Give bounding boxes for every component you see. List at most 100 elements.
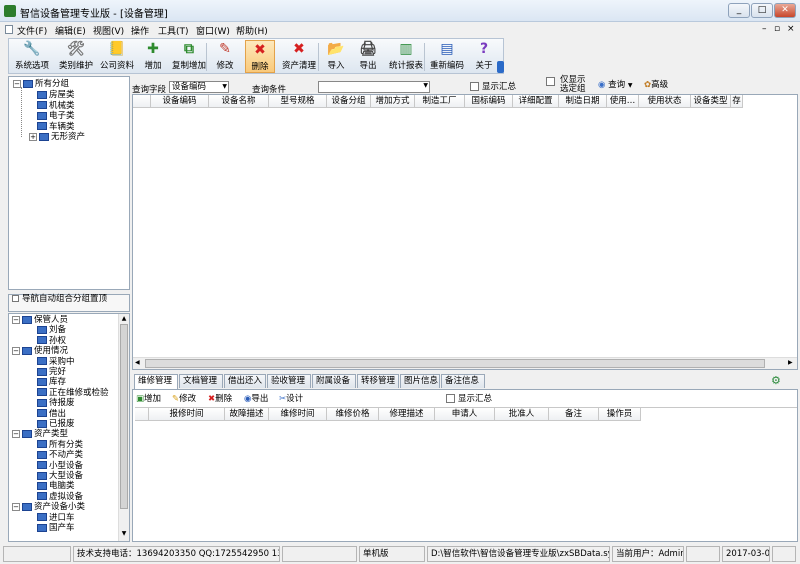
sub-edit-button[interactable]: ✎修改	[172, 392, 196, 404]
repair-column-1[interactable]: 故障描述	[225, 408, 269, 421]
menu-view[interactable]: 视图(V)	[93, 24, 124, 37]
nav-item-1[interactable]: 刘备	[37, 325, 66, 336]
sub-design-button[interactable]: ✂设计	[279, 392, 303, 404]
refresh-icon[interactable]: ⚙	[771, 374, 781, 387]
nav-item-9[interactable]: 借出	[37, 409, 66, 420]
checkbox-box[interactable]	[470, 82, 479, 91]
scroll-thumb[interactable]	[145, 359, 765, 368]
menu-help[interactable]: 帮助(H)	[236, 24, 268, 37]
sub-delete-button[interactable]: ✖删除	[208, 392, 232, 404]
nav-item-14[interactable]: 小型设备	[37, 461, 83, 472]
expand-icon[interactable]: +	[29, 132, 37, 141]
nav-item-4[interactable]: 采购中	[37, 357, 75, 368]
tab-3[interactable]: 验收管理	[267, 374, 311, 388]
tree-item-1[interactable]: 机械类	[37, 101, 75, 112]
column-header-6[interactable]: 国标编码	[465, 95, 513, 108]
scroll-right-arrow[interactable]: ▶	[788, 359, 793, 366]
tree-scrollbar[interactable]: ▲ ▼	[118, 314, 129, 541]
nav-group-toggle[interactable]: 导航自动组合分组置顶	[8, 294, 130, 312]
toolbar-button-clear[interactable]: ✖ 资产清理	[279, 40, 319, 73]
search-button[interactable]: ◉ 查询 ▼	[598, 78, 632, 90]
nav-item-19[interactable]: 进口车	[37, 513, 75, 524]
nav-item-10[interactable]: 已报废	[37, 419, 75, 430]
scroll-up-arrow[interactable]: ▲	[119, 314, 129, 324]
repair-column-4[interactable]: 修理描述	[379, 408, 435, 421]
checkbox-box[interactable]	[546, 77, 555, 86]
collapse-icon[interactable]: −	[12, 315, 20, 324]
nav-item-20[interactable]: 国产车	[37, 523, 75, 534]
column-header-9[interactable]: 使用…	[607, 95, 639, 108]
nav-group-checkbox[interactable]	[12, 295, 19, 302]
scroll-left-arrow[interactable]: ◀	[135, 359, 140, 366]
tab-5[interactable]: 转移管理	[357, 374, 399, 388]
column-header-0[interactable]: 设备编码	[151, 95, 209, 108]
repair-column-0[interactable]: 报修时间	[149, 408, 225, 421]
toolbar-button-add[interactable]: ✚ 增加	[137, 40, 169, 73]
menu-operation[interactable]: 操作	[131, 24, 149, 37]
tree-item-4[interactable]: + 无形资产	[29, 132, 85, 143]
show-summary-checkbox[interactable]: 显示汇总	[470, 80, 516, 92]
tab-7[interactable]: 备注信息	[441, 374, 485, 388]
scroll-down-arrow[interactable]: ▼	[119, 529, 129, 539]
menu-window[interactable]: 窗口(W)	[196, 24, 230, 37]
sub-add-button[interactable]: ▣增加	[136, 392, 161, 404]
nav-group-11[interactable]: − 资产类型	[12, 429, 68, 440]
collapse-icon[interactable]: −	[12, 346, 20, 355]
tab-1[interactable]: 文档管理	[179, 374, 223, 388]
toolbar-button-book[interactable]: 📒 公司资料	[99, 40, 135, 73]
nav-item-13[interactable]: 不动产类	[37, 450, 83, 461]
repair-column-7[interactable]: 备注	[549, 408, 599, 421]
maximize-button[interactable]: □	[751, 3, 773, 18]
nav-item-2[interactable]: 孙权	[37, 336, 66, 347]
menu-tools[interactable]: 工具(T)	[158, 24, 189, 37]
nav-item-12[interactable]: 所有分类	[37, 440, 83, 451]
minimize-button[interactable]: _	[728, 3, 750, 18]
menu-edit[interactable]: 编辑(E)	[55, 24, 86, 37]
column-header-12[interactable]: 存	[731, 95, 743, 108]
show-selected-checkbox[interactable]	[546, 77, 558, 87]
tab-0[interactable]: 维修管理	[134, 374, 178, 389]
nav-item-16[interactable]: 电脑类	[37, 481, 75, 492]
column-header-4[interactable]: 增加方式	[371, 95, 415, 108]
toolbar-button-delete[interactable]: ✖ 删除	[245, 40, 275, 73]
nav-item-15[interactable]: 大型设备	[37, 471, 83, 482]
tree-item-2[interactable]: 电子类	[37, 111, 75, 122]
column-header-8[interactable]: 制造日期	[559, 95, 607, 108]
toolbar-button-pencil[interactable]: ✎ 修改	[206, 40, 241, 73]
nav-item-5[interactable]: 完好	[37, 367, 66, 378]
tab-2[interactable]: 借出还入	[224, 374, 266, 388]
repair-column-2[interactable]: 维修时间	[269, 408, 327, 421]
query-field-select[interactable]: 设备编码 ▼	[169, 81, 229, 93]
sub-show-summary-checkbox[interactable]: 显示汇总	[446, 392, 492, 404]
nav-group-3[interactable]: − 使用情况	[12, 346, 68, 357]
nav-item-6[interactable]: 库存	[37, 377, 66, 388]
query-cond-input[interactable]: ▼	[318, 81, 430, 93]
nav-item-8[interactable]: 待报废	[37, 398, 75, 409]
collapse-icon[interactable]: −	[12, 429, 20, 438]
column-header-11[interactable]: 设备类型	[691, 95, 731, 108]
mdi-close-button[interactable]: ×	[787, 24, 795, 34]
collapse-icon[interactable]: −	[13, 79, 21, 88]
nav-group-0[interactable]: − 保管人员	[12, 315, 68, 326]
tab-6[interactable]: 图片信息	[400, 374, 440, 388]
repair-column-5[interactable]: 申请人	[435, 408, 495, 421]
equipment-grid[interactable]: 设备编码 设备名称 型号规格 设备分组 增加方式 制造工厂 国标编码 详细配置 制造日期 使用… 使…	[132, 94, 798, 370]
column-header-2[interactable]: 型号规格	[269, 95, 327, 108]
toolbar-button-chart[interactable]: ▥ 统计报表	[387, 40, 425, 73]
grid-hscrollbar[interactable]: ◀ ▶	[133, 357, 797, 369]
toolbar-button-help[interactable]: ? 关于	[469, 40, 499, 73]
column-header-5[interactable]: 制造工厂	[415, 95, 465, 108]
toolbar-button-recode[interactable]: ▤ 重新编码	[424, 40, 467, 73]
repair-column-3[interactable]: 维修价格	[327, 408, 379, 421]
column-header-7[interactable]: 详细配置	[513, 95, 559, 108]
checkbox-box[interactable]	[446, 394, 455, 403]
tree-item-0[interactable]: 房屋类	[37, 90, 75, 101]
sub-export-button[interactable]: ◉导出	[244, 392, 268, 404]
nav-item-17[interactable]: 虚拟设备	[37, 492, 83, 503]
repair-grid[interactable]: 报修时间 故障描述 维修时间 维修价格 修理描述 申请人 批准人 备注 操作员	[135, 407, 797, 541]
scroll-thumb[interactable]	[120, 324, 128, 509]
mdi-restore-button[interactable]: ▫	[774, 24, 780, 34]
close-button[interactable]: ✕	[774, 3, 796, 18]
nav-group-18[interactable]: − 资产设备小类	[12, 502, 85, 513]
mdi-minimize-button[interactable]: –	[762, 24, 767, 34]
